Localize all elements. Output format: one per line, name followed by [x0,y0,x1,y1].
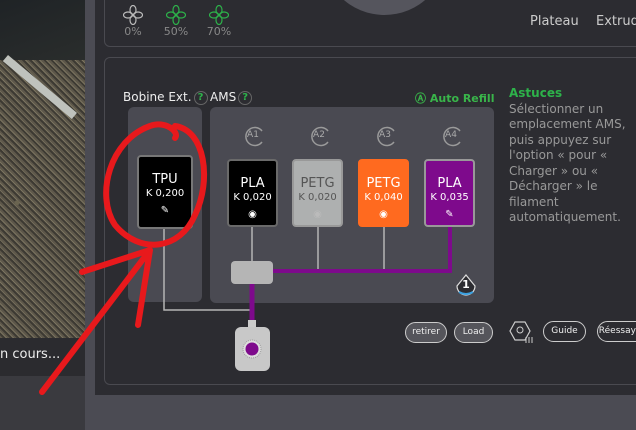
edit-icon[interactable]: ✎ [139,204,191,216]
material: PLA [240,176,265,191]
tips-text: Sélectionner un emplacement AMS, puis ap… [509,101,626,225]
nozzle-settings-icon[interactable] [508,320,536,346]
ams-slot-a1[interactable]: PLA K 0,020 ◉ [227,159,278,227]
eye-icon[interactable]: ◉ [360,208,407,220]
extruder-icon [235,320,270,371]
ams-slot-a4[interactable]: PLA K 0,035 ✎ [424,159,475,227]
k-value: K 0,200 [145,188,185,199]
material: PLA [437,176,462,191]
material: PETG [366,176,401,191]
ams-hub [231,261,273,284]
ams-unit-number: 1 [462,278,470,291]
k-value: K 0,020 [298,192,337,203]
slot-refresh-icon[interactable]: A3 [373,124,397,148]
ams-slot-a2[interactable]: PETG K 0,020 ◉ [292,159,343,227]
material: TPU [152,172,178,187]
retry-button[interactable]: Réessayer [597,321,636,342]
tips-panel: Astuces Sélectionner un emplacement AMS,… [509,86,636,226]
tips-title: Astuces [509,86,563,100]
k-value: K 0,035 [430,192,469,203]
external-spool-card[interactable]: TPU K 0,200 ✎ [137,155,193,229]
unload-button[interactable]: retirer [405,322,447,343]
material: PETG [300,176,335,191]
edit-icon[interactable]: ✎ [426,208,473,220]
k-value: K 0,040 [364,192,403,203]
eye-icon[interactable]: ◉ [294,208,341,220]
slot-refresh-icon[interactable]: A2 [307,124,331,148]
slot-refresh-icon[interactable]: A1 [241,124,265,148]
ams-slot-a3[interactable]: PETG K 0,040 ◉ [358,159,409,227]
eye-icon[interactable]: ◉ [229,208,276,220]
guide-button[interactable]: Guide [543,321,586,342]
path-a4-active [270,227,452,273]
load-button[interactable]: Load [454,322,493,343]
slot-refresh-icon[interactable]: A4 [439,124,463,148]
k-value: K 0,020 [233,192,272,203]
